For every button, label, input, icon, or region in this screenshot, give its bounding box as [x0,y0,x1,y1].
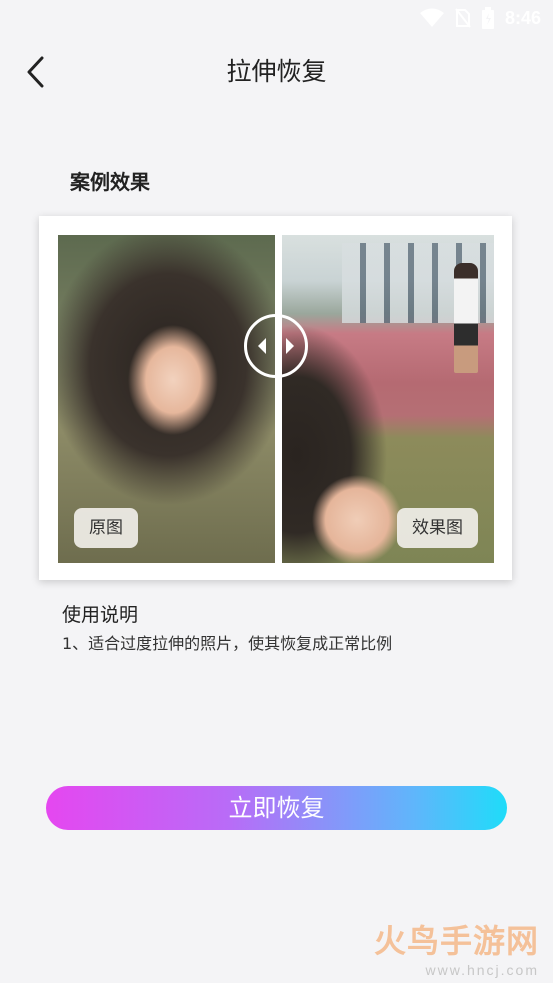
usage-title: 使用说明 [62,604,139,626]
original-label: 原图 [74,508,138,548]
watermark-url: www.hncj.com [425,962,539,978]
page-title: 拉伸恢复 [226,57,327,86]
status-bar: 8:46 [0,0,553,36]
result-label: 效果图 [397,508,478,548]
compare-arrows-icon[interactable] [256,337,296,355]
background-person [454,263,478,373]
comparison-card: 原图 效果图 [39,216,512,580]
usage-description: 1、适合过度拉伸的照片，使其恢复成正常比例 [62,634,393,653]
status-icons: 8:46 [419,6,541,30]
status-time: 8:46 [504,7,541,28]
before-after-comparison[interactable]: 原图 效果图 [58,235,494,563]
compare-handle[interactable] [244,314,308,378]
shoulder-area [312,475,402,563]
watermark: 火鸟手游网 www.hncj.com [374,916,539,978]
section-title: 案例效果 [70,170,150,194]
watermark-logo: 火鸟手游网 [373,922,539,960]
restore-now-button[interactable]: 立即恢复 [46,786,507,830]
battery-icon [481,7,494,29]
comparison-divider[interactable] [275,235,282,563]
wifi-icon [419,8,444,27]
no-sim-icon [455,8,471,28]
